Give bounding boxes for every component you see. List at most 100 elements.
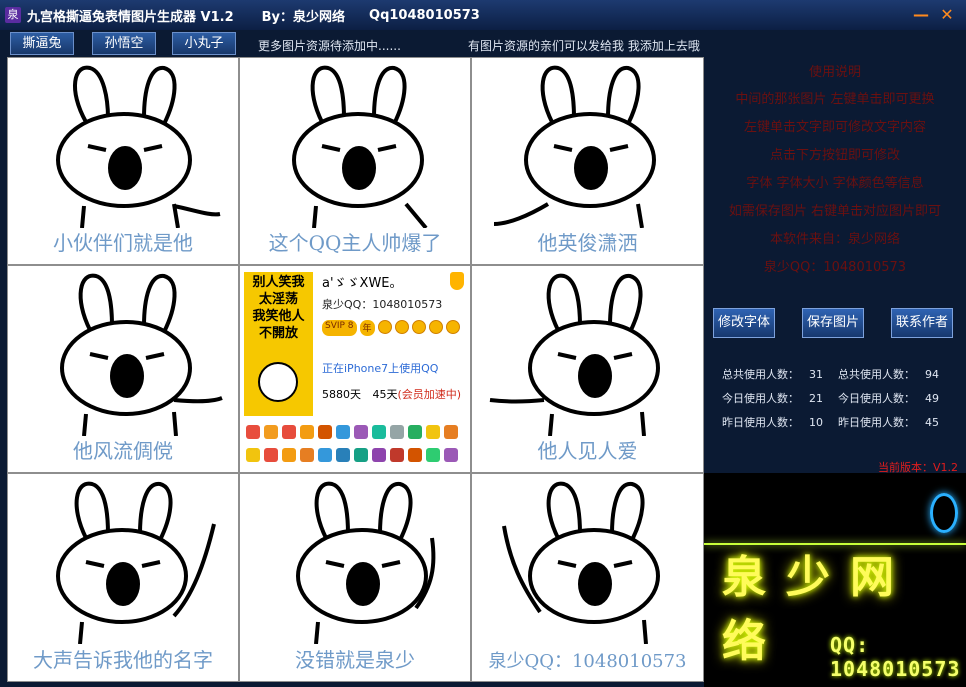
banner-qq: QQ: 1048010573: [830, 633, 961, 681]
service-icon: [372, 425, 386, 439]
more-resources-note: 更多图片资源待添加中......: [258, 39, 401, 53]
monkey-king-set-button[interactable]: 孙悟空: [92, 32, 156, 55]
service-icon: [390, 425, 404, 439]
grid-cell-9[interactable]: 泉少QQ：1048010573: [471, 473, 704, 682]
boost-days: 45天: [372, 388, 398, 401]
rabbit-image: [502, 481, 660, 644]
grid-caption[interactable]: 他英俊潇洒: [472, 227, 703, 256]
days-count: 5880天: [322, 388, 361, 401]
grid-cell-center[interactable]: 别人笑我 太淫荡 我笑他人 不開放 a'ゞゞXWE。 泉少QQ：10480105…: [239, 265, 471, 473]
service-icons: [246, 422, 464, 468]
grid-cell-8[interactable]: 没错就是泉少: [239, 473, 471, 682]
stat-today-left: 今日使用人数： 21: [722, 392, 823, 405]
poster-face-image: [258, 362, 298, 402]
service-icon: [300, 448, 314, 462]
stat-yesterday-right: 昨日使用人数： 45: [838, 416, 939, 429]
service-icon: [426, 448, 440, 462]
grid-caption[interactable]: 这个QQ主人帅爆了: [240, 227, 470, 256]
active-days: 5880天 45天(会员加速中): [322, 386, 461, 402]
service-icon: [408, 448, 422, 462]
app-icon: 泉: [5, 7, 21, 23]
instruction-line: 泉少QQ：1048010573: [763, 260, 907, 275]
instruction-line: 左键单击文字即可修改文字内容: [743, 120, 926, 135]
meme-poster: 别人笑我 太淫荡 我笑他人 不開放: [244, 272, 313, 416]
grid-caption[interactable]: 小伙伴们就是他: [8, 227, 238, 256]
service-icon: [282, 448, 296, 462]
vip-row: SVIP 8 年: [322, 320, 460, 336]
stat-today-right: 今日使用人数： 49: [838, 392, 939, 405]
instruction-line: 本软件来自：泉少网络: [769, 232, 900, 247]
grid-cell-2[interactable]: 这个QQ主人帅爆了: [239, 57, 471, 265]
poster-text: 别人笑我 太淫荡 我笑他人 不開放: [252, 275, 305, 341]
minimize-icon[interactable]: —: [912, 6, 930, 24]
instruction-line: 点击下方按钮即可修改: [769, 148, 900, 163]
grid-cell-6[interactable]: 他人见人爱: [471, 265, 704, 473]
service-icon: [318, 448, 332, 462]
service-icon: [408, 425, 422, 439]
service-icon: [264, 425, 278, 439]
stat-total-right: 总共使用人数： 94: [838, 368, 939, 381]
grid-caption[interactable]: 泉少QQ：1048010573: [472, 647, 703, 673]
service-icon: [336, 448, 350, 462]
service-icon: [246, 425, 260, 439]
star-icon: [428, 320, 443, 334]
device-status: 正在iPhone7上使用QQ: [322, 362, 439, 375]
grid-cell-3[interactable]: 他英俊潇洒: [471, 57, 704, 265]
service-icon: [246, 448, 260, 462]
rabbit-image: [292, 65, 428, 228]
crown-icon: [377, 320, 392, 334]
rabbit-image: [493, 65, 656, 228]
service-icon: [318, 425, 332, 439]
year-badge: 年: [359, 320, 375, 336]
toolbar: 撕逼兔 孙悟空 小丸子 更多图片资源待添加中...... 有图片资源的亲们可以发…: [0, 30, 966, 57]
service-icon: [390, 448, 404, 462]
grid-cell-1[interactable]: 小伙伴们就是他: [7, 57, 239, 265]
service-icon: [444, 425, 458, 439]
submit-resources-note: 有图片资源的亲们可以发给我 我添加上去哦: [468, 39, 700, 53]
service-icon: [426, 425, 440, 439]
chibi-maruko-set-button[interactable]: 小丸子: [172, 32, 236, 55]
save-image-button[interactable]: 保存图片: [802, 308, 864, 338]
stat-yesterday-left: 昨日使用人数： 10: [722, 416, 823, 429]
grid-caption[interactable]: 他人见人爱: [472, 435, 703, 464]
grid-caption[interactable]: 大声告诉我他的名字: [8, 644, 238, 673]
instruction-line: 字体 字体大小 字体颜色等信息: [746, 176, 924, 191]
brand-banner[interactable]: 泉少网络 QQ: 1048010573: [704, 473, 966, 687]
qq-profile-card[interactable]: 别人笑我 太淫荡 我笑他人 不開放 a'ゞゞXWE。 泉少QQ：10480105…: [240, 266, 470, 472]
rabbit-image: [296, 481, 436, 644]
moon-icon: [394, 320, 409, 334]
service-icon: [444, 448, 458, 462]
service-icon: [300, 425, 314, 439]
window-title: 九宫格撕逼兔表情图片生成器 V1.2: [27, 9, 234, 25]
grid-caption[interactable]: 他风流倜傥: [8, 435, 238, 464]
grid-caption[interactable]: 没错就是泉少: [240, 644, 470, 673]
grid-cell-7[interactable]: 大声告诉我他的名字: [7, 473, 239, 682]
qq-label: Qq1048010573: [369, 7, 480, 23]
grid-cell-4[interactable]: 他风流倜傥: [7, 265, 239, 473]
service-icon: [282, 425, 296, 439]
contact-author-button[interactable]: 联系作者: [891, 308, 953, 338]
rabbit-image: [489, 273, 660, 436]
rabbit-image: [56, 481, 216, 644]
rabbit-set-button[interactable]: 撕逼兔: [10, 32, 74, 55]
instruction-line: 中间的那张图片 左键单击即可更换: [735, 92, 935, 107]
instruction-line: 如需保存图片 右键单击对应图片即可: [728, 204, 942, 219]
star-icon: [445, 320, 460, 334]
moon-icon: [411, 320, 426, 334]
svip-badge: SVIP 8: [322, 320, 357, 336]
boost-note: (会员加速中): [397, 388, 462, 401]
change-font-button[interactable]: 修改字体: [713, 308, 775, 338]
meme-grid: 小伙伴们就是他 这个QQ主人帅爆了 他英俊潇洒 他风流倜傥 别人笑我 太淫荡 我…: [7, 57, 704, 682]
title-bar: 泉 九宫格撕逼兔表情图片生成器 V1.2 By：泉少网络 Qq104801057…: [0, 0, 966, 30]
service-icon: [354, 448, 368, 462]
service-icon: [264, 448, 278, 462]
qq-number-line: 泉少QQ：1048010573: [322, 298, 443, 311]
stat-total-left: 总共使用人数： 31: [722, 368, 823, 381]
close-icon[interactable]: ✕: [938, 6, 956, 24]
rabbit-image: [60, 273, 223, 436]
qq-nickname: a'ゞゞXWE。: [322, 276, 403, 291]
medal-icon: [450, 272, 464, 290]
info-panel: 使用说明 中间的那张图片 左键单击即可更换 左键单击文字即可修改文字内容 点击下…: [704, 57, 966, 474]
service-icon: [336, 425, 350, 439]
author-label: By：泉少网络: [261, 9, 346, 25]
